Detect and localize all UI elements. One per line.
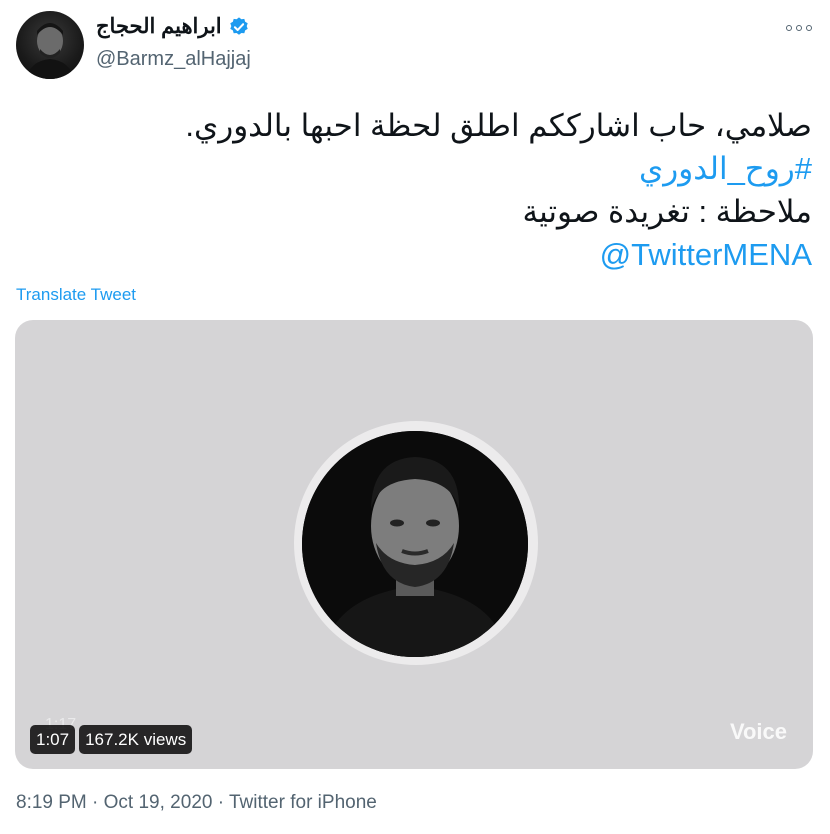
tweet-source[interactable]: Twitter for iPhone [229,792,377,813]
voice-badge: Voice [729,719,787,744]
verified-badge-icon [229,16,248,35]
hashtag-link[interactable]: #روح_الدوري [22,147,812,190]
duration-badge: 1:07 [30,725,76,754]
voice-tweet-media[interactable]: 1:17 Voice 1:07 167.2K views [15,320,813,769]
portrait-photo [302,431,528,657]
media-stats: 1:07 167.2K views [30,725,193,754]
voice-author-portrait [302,431,528,657]
translate-tweet-link[interactable]: Translate Tweet [16,285,136,305]
tweet-meta: 8:19 PM · Oct 19, 2020 · Twitter for iPh… [16,792,377,814]
views-badge: 167.2K views [79,725,193,754]
tweet-line: ملاحظة : تغريدة صوتية [522,194,812,229]
meta-separator: · [92,792,99,813]
tweet-time[interactable]: 8:19 PM [16,792,87,813]
author-display-name[interactable]: ابراهيم الحجاج [96,14,222,39]
tweet-text: صلامي، حاب اشارككم اطلق لحظة احبها بالدو… [22,104,812,276]
avatar[interactable] [16,11,84,79]
tweet-date[interactable]: Oct 19, 2020 [104,792,213,813]
meta-separator: · [217,792,225,813]
more-icon[interactable] [786,22,812,34]
author-name-row[interactable]: ابراهيم الحجاج [96,14,250,39]
tweet-line: صلامي، حاب اشارككم اطلق لحظة احبها بالدو… [185,108,812,143]
author-handle[interactable]: @Barmz_alHajjaj [96,48,251,71]
avatar-photo [26,23,74,79]
mention-link[interactable]: @TwitterMENA [22,233,812,276]
